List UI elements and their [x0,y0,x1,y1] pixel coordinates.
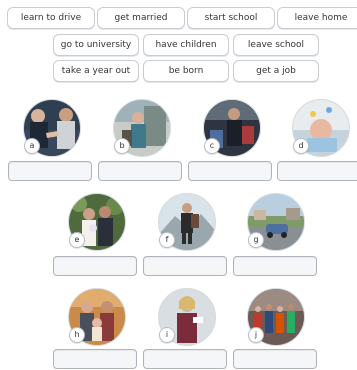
photo-letter-d: d [293,138,309,154]
photo-letter-a: a [24,138,40,154]
word-chip-go-to-university[interactable]: go to university [53,34,139,56]
photo-letter-i: i [159,327,175,343]
photo-letter-b: b [114,138,130,154]
word-chip-get-a-job[interactable]: get a job [233,60,319,82]
photo-letter-h: h [69,327,85,343]
word-chip-be-born[interactable]: be born [143,60,229,82]
word-chip-leave-school[interactable]: leave school [233,34,319,56]
answer-box-h[interactable] [53,349,137,369]
answer-box-d[interactable] [277,161,357,181]
answer-box-a[interactable] [8,161,92,181]
photo-letter-f: f [159,232,175,248]
answer-box-f[interactable] [143,256,227,276]
answer-box-b[interactable] [98,161,182,181]
photo-letter-j: j [248,327,264,343]
photo-letter-e: e [69,232,85,248]
answer-box-c[interactable] [188,161,272,181]
photo-letter-g: g [248,232,264,248]
word-chip-have-children[interactable]: have children [143,34,229,56]
answer-box-j[interactable] [233,349,317,369]
word-chip-start-school[interactable]: start school [187,7,275,29]
answer-box-i[interactable] [143,349,227,369]
word-chip-leave-home[interactable]: leave home [277,7,357,29]
word-chip-take-a-year-out[interactable]: take a year out [53,60,139,82]
word-chip-learn-to-drive[interactable]: learn to drive [7,7,95,29]
word-chip-get-married[interactable]: get married [97,7,185,29]
answer-box-e[interactable] [53,256,137,276]
photo-letter-c: c [204,138,220,154]
answer-box-g[interactable] [233,256,317,276]
